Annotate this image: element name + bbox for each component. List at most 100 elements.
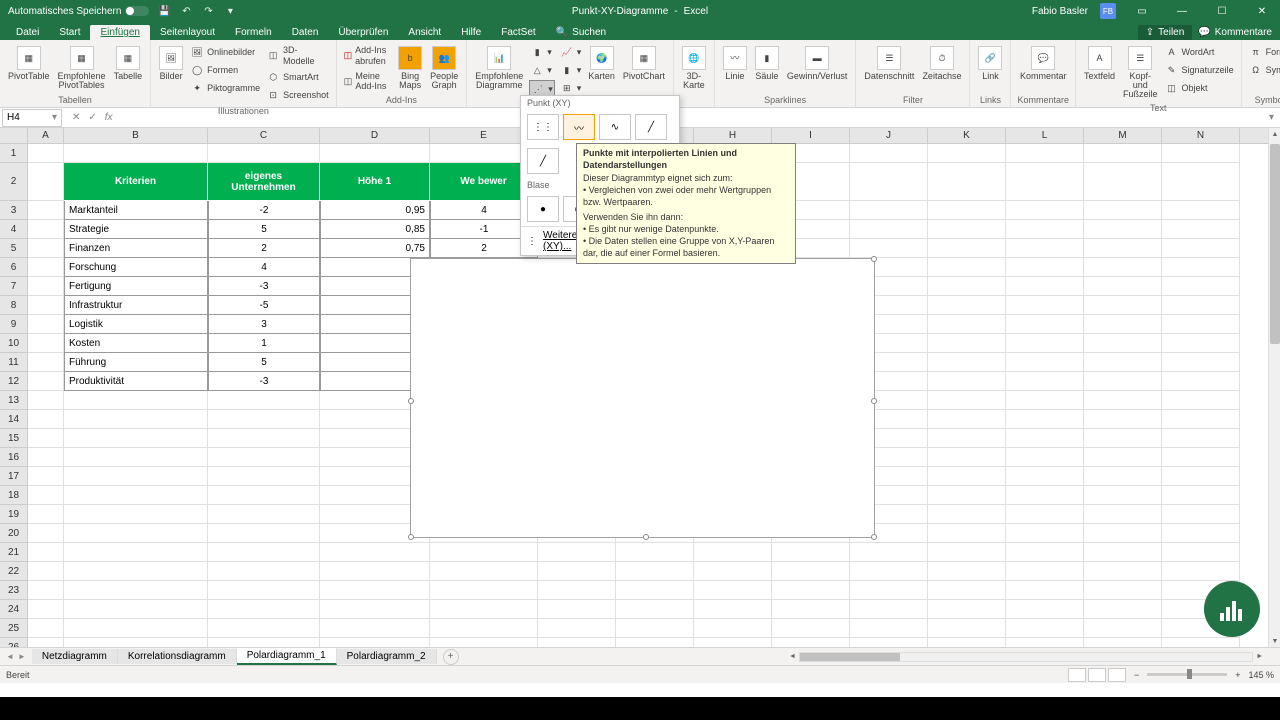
comments-button[interactable]: 💬 Kommentare — [1198, 27, 1272, 38]
row-header[interactable]: 6 — [0, 258, 27, 277]
formula-expand-icon[interactable]: ▾ — [1263, 112, 1280, 123]
sheet-nav-prev-icon[interactable]: ◄ — [6, 652, 14, 661]
sheet-tab-polar1[interactable]: Polardiagramm_1 — [237, 648, 337, 665]
cancel-formula-icon[interactable]: ✕ — [72, 112, 80, 123]
cell-eigenes[interactable]: -5 — [208, 296, 320, 315]
sparkline-column-button[interactable]: ▮Säule — [753, 44, 781, 83]
sparkline-winloss-button[interactable]: ▬Gewinn/Verlust — [785, 44, 850, 83]
cell-kriterien[interactable]: Infrastruktur — [64, 296, 208, 315]
chart-stat-button[interactable]: ▮▾ — [559, 62, 583, 78]
get-addins-button[interactable]: ◫Add-Ins abrufen — [343, 44, 393, 68]
chart-placeholder[interactable] — [410, 258, 875, 538]
3d-map-button[interactable]: 🌐3D-Karte — [680, 44, 708, 92]
row-header[interactable]: 9 — [0, 315, 27, 334]
row-header[interactable]: 7 — [0, 277, 27, 296]
user-avatar[interactable]: FB — [1100, 3, 1116, 19]
pivottable-button[interactable]: ▦PivotTable — [6, 44, 52, 83]
chart-bar-button[interactable]: ▮▾ — [529, 44, 555, 60]
people-graph-button[interactable]: 👥People Graph — [428, 44, 460, 92]
chart-combo-button[interactable]: ⊞▾ — [559, 80, 583, 96]
col-header[interactable]: K — [928, 128, 1006, 143]
scroll-thumb[interactable] — [1270, 144, 1280, 344]
zoom-out-button[interactable]: − — [1134, 670, 1139, 680]
sheet-nav-next-icon[interactable]: ► — [18, 652, 26, 661]
cell-kriterien[interactable]: Strategie — [64, 220, 208, 239]
row-header[interactable]: 15 — [0, 429, 27, 448]
cell-eigenes[interactable]: 5 — [208, 353, 320, 372]
share-button[interactable]: ⇪ Teilen — [1138, 25, 1193, 40]
zoom-slider[interactable] — [1147, 673, 1227, 676]
cell-eigenes[interactable]: 5 — [208, 220, 320, 239]
row-header[interactable]: 11 — [0, 353, 27, 372]
signature-button[interactable]: ✎Signaturzeile — [1164, 62, 1235, 78]
cell-kriterien[interactable]: Fertigung — [64, 277, 208, 296]
tab-einfuegen[interactable]: Einfügen — [90, 25, 149, 40]
row-header[interactable]: 10 — [0, 334, 27, 353]
row-header[interactable]: 1 — [0, 144, 27, 163]
col-header[interactable]: C — [208, 128, 320, 143]
recommended-pivot-button[interactable]: ▦Empfohlene PivotTables — [56, 44, 108, 92]
header-footer-button[interactable]: ☰Kopf- und Fußzeile — [1121, 44, 1160, 101]
scroll-up-icon[interactable]: ▲ — [1269, 128, 1280, 140]
cell-kriterien[interactable]: Produktivität — [64, 372, 208, 391]
table-button[interactable]: ▦Tabelle — [112, 44, 145, 83]
scatter-straight-markers-option[interactable]: ╱ — [635, 114, 667, 140]
row-header[interactable]: 19 — [0, 505, 27, 524]
cell-eigenes[interactable]: -2 — [208, 201, 320, 220]
shapes-button[interactable]: ◯Formen — [189, 62, 261, 78]
row-header[interactable]: 8 — [0, 296, 27, 315]
pivotchart-button[interactable]: ▦PivotChart — [621, 44, 667, 83]
chart-hier-button[interactable]: △▾ — [529, 62, 555, 78]
tab-seitenlayout[interactable]: Seitenlayout — [150, 25, 225, 40]
row-header[interactable]: 5 — [0, 239, 27, 258]
ribbon-options-icon[interactable]: ▭ — [1128, 0, 1156, 22]
minimize-button[interactable]: — — [1168, 0, 1196, 22]
col-header[interactable]: A — [28, 128, 64, 143]
cell-hoehe[interactable]: 0,75 — [320, 239, 430, 258]
row-header[interactable]: 24 — [0, 600, 27, 619]
slicer-button[interactable]: ☰Datenschnitt — [862, 44, 916, 83]
row-header[interactable]: 17 — [0, 467, 27, 486]
tab-ansicht[interactable]: Ansicht — [398, 25, 451, 40]
row-header[interactable]: 18 — [0, 486, 27, 505]
maps-button[interactable]: 🌍Karten — [586, 44, 617, 83]
fx-icon[interactable]: fx — [105, 112, 113, 123]
cell-eigenes[interactable]: -3 — [208, 372, 320, 391]
3d-models-button[interactable]: ◫3D-Modelle — [265, 44, 330, 68]
row-header[interactable]: 2 — [0, 163, 27, 201]
cell-kriterien[interactable]: Führung — [64, 353, 208, 372]
name-box[interactable]: H4▾ — [2, 109, 62, 127]
smartart-button[interactable]: ⬡SmartArt — [265, 70, 330, 86]
cell-kriterien[interactable]: Kosten — [64, 334, 208, 353]
row-header[interactable]: 13 — [0, 391, 27, 410]
view-normal-button[interactable] — [1068, 668, 1086, 682]
link-button[interactable]: 🔗Link — [976, 44, 1004, 83]
autosave-toggle[interactable]: Automatisches Speichern — [8, 6, 149, 17]
row-header[interactable]: 4 — [0, 220, 27, 239]
cell-eigenes[interactable]: -3 — [208, 277, 320, 296]
col-header[interactable]: L — [1006, 128, 1084, 143]
search-box[interactable]: 🔍 Suchen — [546, 25, 616, 40]
row-header[interactable]: 26 — [0, 638, 27, 647]
pictures-button[interactable]: 🖼Bilder — [157, 44, 185, 83]
row-header[interactable]: 25 — [0, 619, 27, 638]
cell-eigenes[interactable]: 1 — [208, 334, 320, 353]
undo-icon[interactable]: ↶ — [179, 4, 193, 18]
screenshot-button[interactable]: ⊡Screenshot — [265, 88, 330, 104]
bubble-option[interactable]: ● — [527, 196, 559, 222]
view-page-layout-button[interactable] — [1088, 668, 1106, 682]
col-header[interactable]: D — [320, 128, 430, 143]
tab-ueberpruefen[interactable]: Überprüfen — [328, 25, 398, 40]
my-addins-button[interactable]: ◫Meine Add-Ins — [343, 70, 393, 94]
hscroll-right-icon[interactable]: ► — [1253, 653, 1266, 660]
cell-kriterien[interactable]: Forschung — [64, 258, 208, 277]
hscroll-thumb[interactable] — [800, 653, 900, 661]
sheet-tab-korrelation[interactable]: Korrelationsdiagramm — [118, 649, 237, 664]
cell-hoehe[interactable]: 0,85 — [320, 220, 430, 239]
chart-line-button[interactable]: 📈▾ — [559, 44, 583, 60]
tab-formeln[interactable]: Formeln — [225, 25, 282, 40]
cell-eigenes[interactable]: 2 — [208, 239, 320, 258]
textbox-button[interactable]: ATextfeld — [1082, 44, 1117, 83]
online-pictures-button[interactable]: 🖼Onlinebilder — [189, 44, 261, 60]
cell-kriterien[interactable]: Marktanteil — [64, 201, 208, 220]
